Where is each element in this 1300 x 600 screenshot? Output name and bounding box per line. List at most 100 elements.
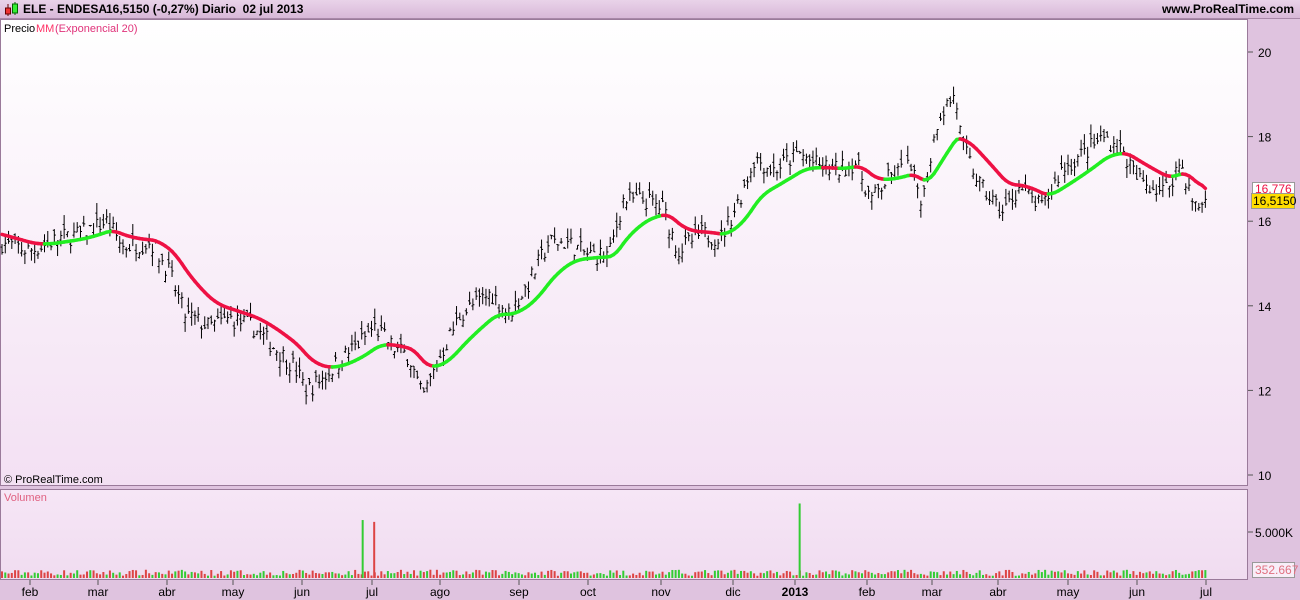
volume-bar [982, 574, 984, 578]
volume-bar [252, 573, 255, 578]
volume-bar [1053, 571, 1056, 578]
volume-bar [664, 574, 667, 578]
volume-bar [991, 575, 994, 578]
volume-bar [524, 575, 527, 578]
volume-bar [468, 574, 471, 578]
volume-bar [1132, 571, 1135, 578]
volume-bar [66, 575, 69, 578]
volume-bar [1099, 575, 1102, 578]
volume-bar [1155, 571, 1158, 578]
volume-bar [854, 571, 857, 578]
volume-bar [916, 574, 919, 578]
volume-bar [138, 575, 141, 578]
volume-bar [1017, 575, 1020, 578]
volume-bar [530, 573, 533, 578]
volume-bar [308, 574, 311, 578]
volume-bar [560, 572, 563, 578]
volume-bar [367, 571, 370, 578]
volume-bar [566, 571, 569, 578]
volume-bar [1027, 571, 1030, 578]
volume-bar [537, 575, 540, 578]
volume-panel [0, 489, 1248, 580]
volume-bar [906, 571, 909, 578]
volume-bar [681, 573, 684, 578]
volume-bar [1014, 575, 1017, 578]
volume-bar [491, 570, 494, 578]
volume-bar [955, 570, 958, 578]
volume-bar [148, 573, 151, 578]
volume-bar [789, 571, 792, 578]
volume-bar [128, 571, 131, 578]
volume-bar [95, 573, 98, 578]
price-axis[interactable]: 20 18 16 14 12 10 5.000K [1248, 46, 1293, 540]
volume-bar [547, 570, 550, 578]
volume-bar [615, 570, 618, 578]
volume-bar [1129, 573, 1132, 578]
volume-bar [743, 570, 746, 578]
volume-bar [579, 571, 582, 578]
volume-bar [354, 569, 357, 578]
volume-bar [1044, 569, 1047, 578]
volume-bar [435, 569, 438, 578]
price-tick-label: 14 [1258, 300, 1272, 314]
volume-bar [207, 575, 210, 578]
volume-bar [1080, 573, 1083, 578]
volume-bar [1063, 570, 1066, 578]
volume-bar [203, 573, 206, 578]
time-tick-label: may [1057, 585, 1080, 599]
volume-bar [753, 573, 756, 578]
volume-bar [1135, 574, 1138, 578]
volume-bar [612, 572, 615, 578]
volume-bar [452, 570, 455, 578]
volume-bar [1122, 570, 1125, 578]
volume-bar [1188, 573, 1191, 578]
volume-bar [331, 571, 334, 578]
volume-bar [23, 572, 26, 578]
volume-label: Volumen [4, 492, 47, 504]
volume-bar [1191, 571, 1194, 578]
volume-bar [648, 571, 651, 578]
volume-bar [975, 572, 978, 578]
volume-bar [285, 573, 288, 578]
volume-bar [609, 570, 612, 578]
time-tick-label: jun [1128, 585, 1145, 599]
volume-bar [46, 571, 49, 578]
time-axis[interactable]: feb mar abr may jun jul ago sep oct nov dic 2013 feb… [22, 580, 1212, 599]
volume-bar [622, 570, 625, 578]
volume-bar [121, 575, 124, 578]
volume-bar [102, 572, 105, 578]
volume-bar [573, 572, 576, 578]
volume-bar [1031, 574, 1034, 578]
volume-bar [1161, 573, 1164, 578]
volume-bar [687, 575, 690, 578]
volume-bar [677, 569, 680, 578]
volume-bar [583, 572, 586, 578]
volume-bar [694, 572, 697, 578]
volume-bar [726, 572, 729, 578]
volume-tick-label: 5.000K [1255, 526, 1293, 540]
volume-bar [619, 575, 622, 578]
price-chart[interactable]: 20 18 16 14 12 10 5.000K feb mar abr may jun jul ago… [0, 0, 1300, 600]
volume-bar [655, 574, 657, 578]
volume-bar [690, 575, 693, 578]
volume-bar [821, 572, 824, 578]
volume-bar [988, 575, 991, 578]
volume-bar [929, 571, 932, 578]
volume-bar [985, 574, 988, 578]
volume-bar [455, 570, 458, 578]
volume-spike [361, 520, 364, 578]
volume-bar [164, 574, 167, 578]
volume-bar [118, 572, 121, 578]
volume-bar [857, 572, 860, 578]
volume-bar [429, 569, 432, 578]
volume-bar [494, 570, 497, 578]
volume-bar [926, 575, 929, 578]
volume-bar [877, 573, 880, 578]
volume-bar [556, 575, 559, 578]
volume-bar [305, 572, 308, 578]
volume-bar [413, 570, 416, 578]
volume-bar [180, 569, 183, 578]
volume-bar [341, 575, 344, 578]
volume-bar [239, 570, 242, 578]
volume-bar [1165, 575, 1168, 578]
